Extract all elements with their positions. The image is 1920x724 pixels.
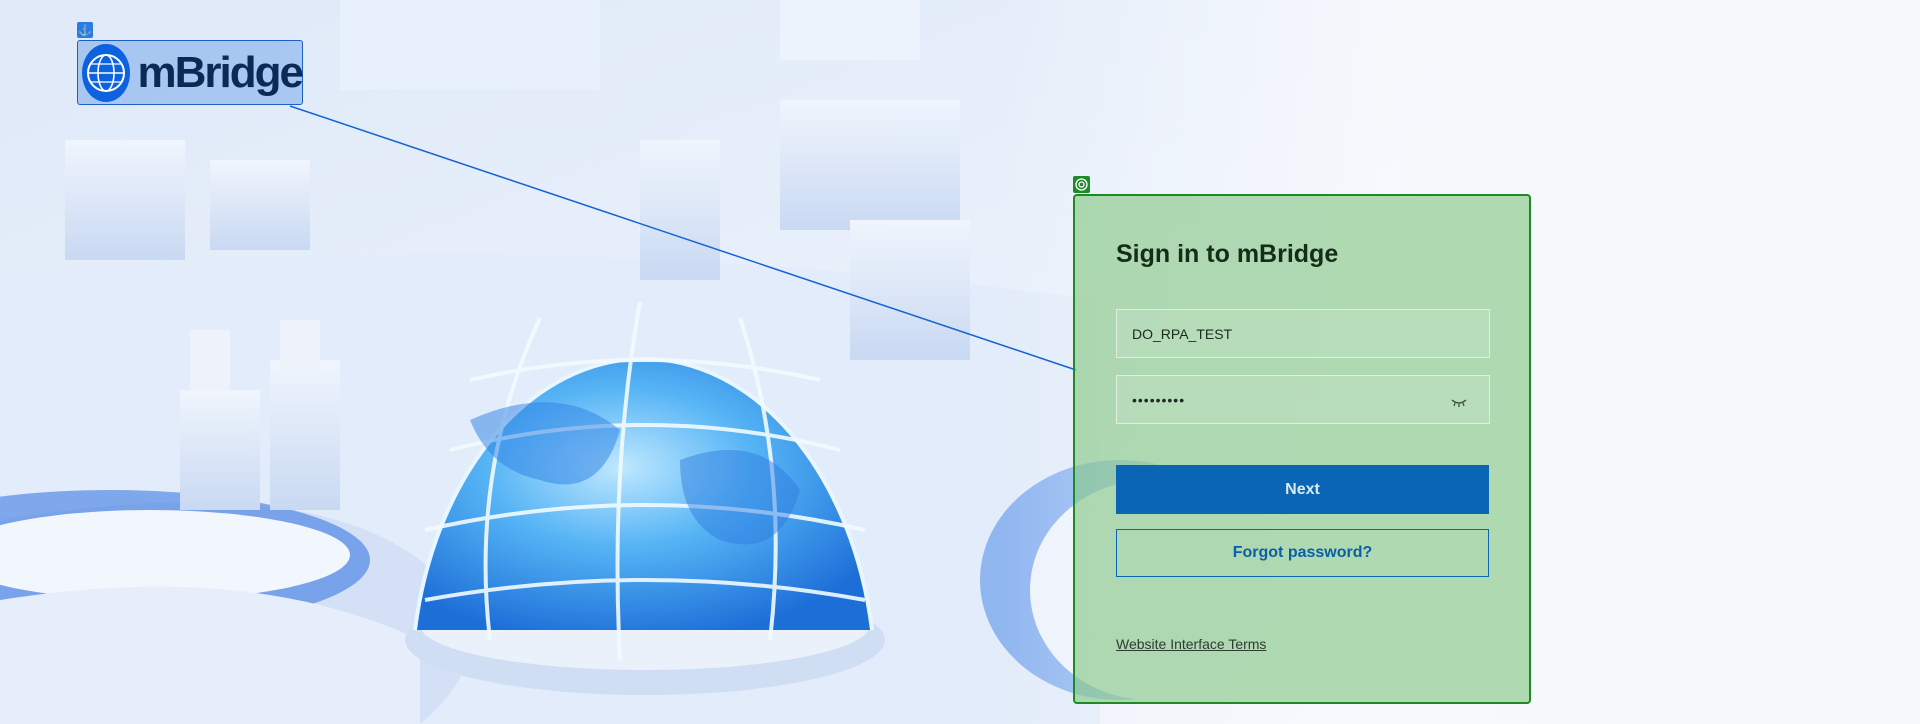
eye-closed-icon[interactable] <box>1451 394 1467 410</box>
forgot-password-button[interactable]: Forgot password? <box>1116 529 1489 577</box>
background-fade <box>0 0 1920 724</box>
globe-icon <box>82 43 130 102</box>
page-title: Sign in to mBridge <box>1116 240 1339 268</box>
username-value: DO_RPA_TEST <box>1132 325 1233 342</box>
password-field[interactable]: ••••••••• <box>1116 375 1490 424</box>
next-button[interactable]: Next <box>1116 465 1489 514</box>
anchor-icon: ⚓ <box>77 22 93 38</box>
website-terms-link[interactable]: Website Interface Terms <box>1116 636 1266 652</box>
password-value: ••••••••• <box>1132 391 1186 408</box>
username-field[interactable]: DO_RPA_TEST <box>1116 309 1490 358</box>
target-icon <box>1073 176 1090 193</box>
logo-text: mBridge <box>137 47 304 97</box>
login-card: Sign in to mBridge DO_RPA_TEST •••••••••… <box>1073 194 1531 704</box>
mbridge-logo[interactable]: mBridge <box>77 40 304 105</box>
